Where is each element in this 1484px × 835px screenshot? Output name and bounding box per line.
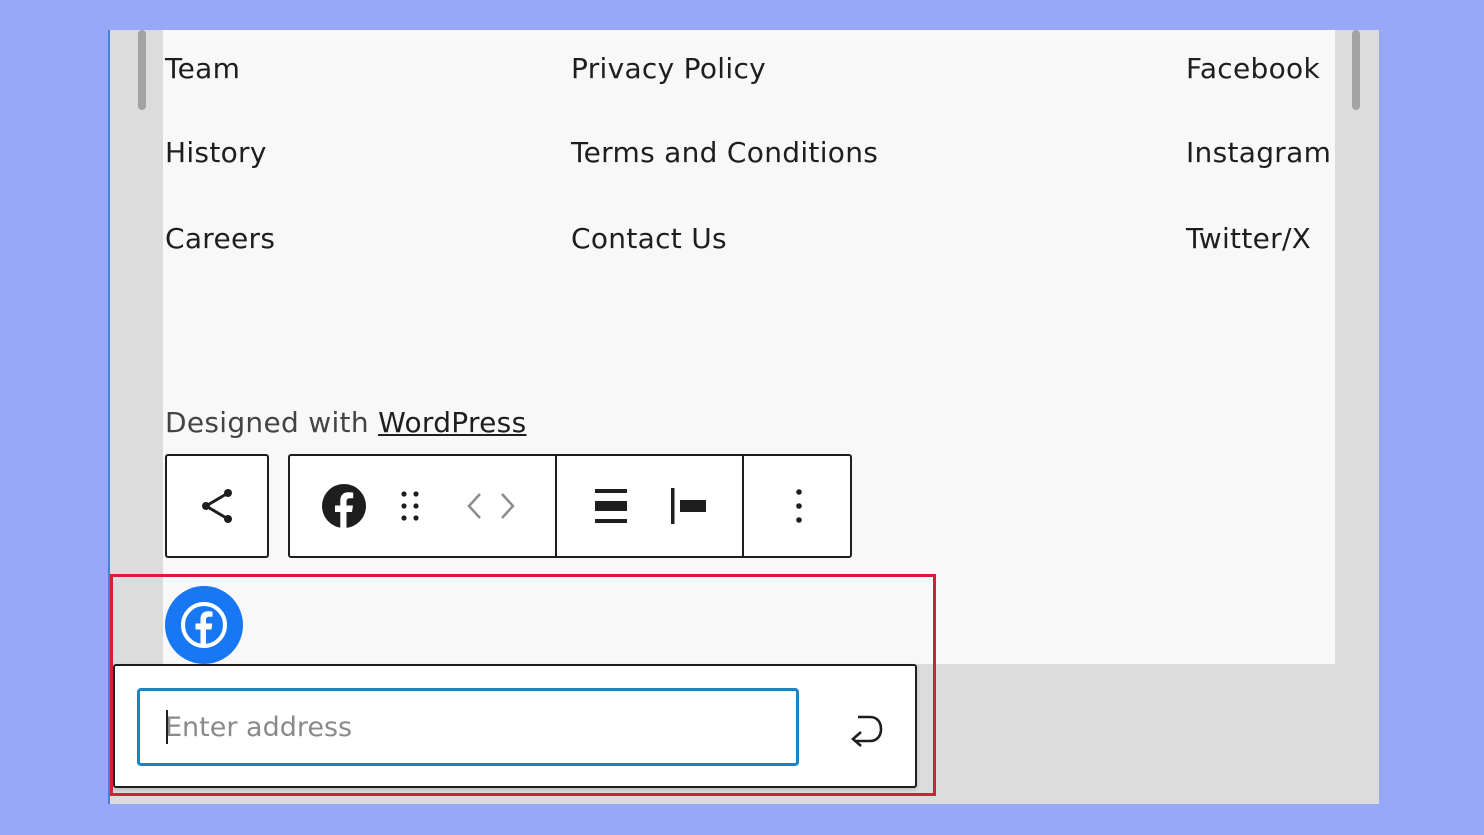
right-scrollbar[interactable]	[1352, 30, 1360, 110]
footer-link-terms[interactable]: Terms and Conditions	[571, 136, 878, 169]
footer-link-history[interactable]: History	[165, 136, 267, 169]
footer-link-team[interactable]: Team	[165, 52, 240, 85]
left-scrollbar[interactable]	[138, 30, 146, 110]
facebook-icon	[322, 484, 366, 529]
chevron-left-icon	[467, 493, 481, 519]
more-options-button[interactable]	[762, 456, 836, 556]
footer-link-privacy-policy[interactable]: Privacy Policy	[571, 52, 766, 85]
footer-link-careers[interactable]: Careers	[165, 222, 275, 255]
more-options-icon	[796, 489, 802, 523]
footer-link-instagram[interactable]: Instagram	[1186, 136, 1331, 169]
align-left-icon	[671, 488, 706, 524]
footer-link-twitter[interactable]: Twitter/X	[1186, 222, 1311, 255]
justify-icon	[595, 489, 627, 523]
vertical-alignment-button[interactable]	[652, 456, 726, 556]
toolbar-divider	[742, 456, 744, 556]
toolbar-divider	[555, 456, 557, 556]
block-toolbar	[288, 454, 852, 558]
move-left-button[interactable]	[458, 456, 492, 556]
credit-prefix: Designed with	[165, 406, 379, 439]
justification-button[interactable]	[574, 456, 648, 556]
chevron-right-icon	[501, 493, 515, 519]
move-right-button[interactable]	[490, 456, 524, 556]
share-block-button[interactable]	[167, 456, 267, 556]
share-icon	[202, 489, 232, 523]
highlight-box	[110, 574, 936, 796]
wordpress-link[interactable]: WordPress	[378, 406, 526, 439]
editor-frame: Team History Careers Privacy Policy Term…	[108, 30, 1379, 804]
block-type-button[interactable]	[308, 456, 380, 556]
drag-handle-icon	[401, 491, 419, 521]
credit-line: Designed with WordPress	[165, 406, 526, 439]
footer-link-contact-us[interactable]: Contact Us	[571, 222, 727, 255]
footer-link-facebook[interactable]: Facebook	[1186, 52, 1320, 85]
select-parent-block-group	[165, 454, 269, 558]
editor-canvas	[163, 30, 1335, 664]
drag-handle[interactable]	[386, 456, 434, 556]
